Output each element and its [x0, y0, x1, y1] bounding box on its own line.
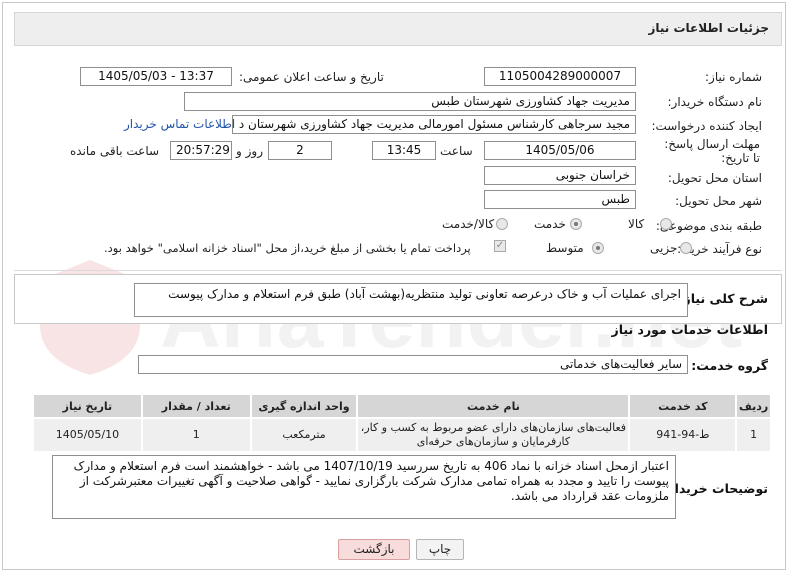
- service-name-line1: فعالیت‌های سازمان‌های دارای عضو مربوط به…: [360, 421, 627, 434]
- services-section-title: اطلاعات خدمات مورد نیاز: [611, 322, 769, 337]
- creator-label: ایجاد کننده درخواست:: [651, 119, 762, 133]
- category-label: طبقه بندی موضوعی:: [655, 219, 762, 233]
- deadline-time-field: 13:45: [372, 141, 436, 160]
- remaining-time-label: ساعت باقی مانده: [70, 144, 160, 158]
- category-goods-service-label: کالا/خدمت: [442, 217, 495, 231]
- treasury-payment-note: پرداخت تمام یا بخشی از مبلغ خرید،از محل …: [104, 241, 471, 255]
- need-number-label: شماره نیاز:: [705, 70, 762, 84]
- table-row: 1405/05/10 1 مترمکعب فعالیت‌های سازمان‌ه…: [32, 417, 772, 453]
- creator-field: مجید سرجاهی کارشناس مسئول امورمالی مدیری…: [232, 115, 636, 134]
- col-service-name: نام خدمت: [356, 393, 631, 419]
- cell-row: 1: [735, 417, 772, 453]
- buyer-org-label: نام دستگاه خریدار:: [667, 95, 763, 109]
- print-button[interactable]: چاپ: [416, 539, 464, 560]
- category-goods-service-radio[interactable]: [496, 218, 508, 230]
- back-button[interactable]: بازگشت: [338, 539, 410, 560]
- col-date: تاریخ نیاز: [32, 393, 143, 419]
- divider: [14, 270, 782, 271]
- days-label: روز و: [236, 144, 263, 158]
- buyer-notes-label: توضیحات خریدار:: [662, 481, 768, 496]
- days-remaining-field: 2: [268, 141, 332, 160]
- table-header-row: تاریخ نیاز تعداد / مقدار واحد اندازه گیر…: [32, 393, 772, 419]
- cell-qty: 1: [140, 417, 252, 453]
- deadline-time-label: ساعت: [440, 144, 473, 158]
- buyer-org-field: مدیریت جهاد کشاورزی شهرستان طبس: [184, 92, 636, 111]
- category-goods-label: کالا: [628, 217, 645, 231]
- service-group-label: گروه خدمت:: [691, 358, 768, 373]
- category-goods-radio[interactable]: [660, 218, 672, 230]
- remaining-time-field: 20:57:29: [170, 141, 232, 160]
- city-field: طبس: [484, 190, 636, 209]
- province-field: خراسان جنوبی: [484, 166, 636, 185]
- category-service-radio[interactable]: [570, 218, 582, 230]
- announce-date-field: 1405/05/03 - 13:37: [80, 67, 232, 86]
- process-medium-label: متوسط: [546, 241, 584, 255]
- service-group-field: سایر فعالیت‌های خدماتی: [138, 355, 688, 374]
- deadline-label: مهلت ارسال پاسخ: تا تاریخ:: [664, 137, 760, 165]
- need-number-field: 1105004289000007: [484, 67, 636, 86]
- buyer-contact-link[interactable]: اطلاعات تماس خریدار: [124, 117, 235, 131]
- section-header: جزئیات اطلاعات نیاز: [14, 12, 782, 46]
- page-title: جزئیات اطلاعات نیاز: [648, 21, 769, 35]
- process-minor-radio[interactable]: [680, 242, 692, 254]
- buyer-notes-field: اعتبار ازمحل اسناد خزانه با نماد 406 به …: [52, 455, 676, 519]
- service-name-line2: کارفرمایان و سازمان‌های حرفه‌ای: [416, 435, 571, 448]
- cell-unit: مترمکعب: [249, 417, 359, 453]
- announce-date-label: تاریخ و ساعت اعلان عمومی:: [239, 70, 384, 84]
- category-service-label: خدمت: [534, 217, 566, 231]
- deadline-date-field: 1405/05/06: [484, 141, 636, 160]
- summary-field: اجرای عملیات آب و خاک درعرصه تعاونی تولی…: [134, 283, 688, 317]
- treasury-payment-checkbox[interactable]: ✓: [494, 240, 506, 252]
- col-qty: تعداد / مقدار: [140, 393, 252, 419]
- cell-date: 1405/05/10: [32, 417, 143, 453]
- cell-service-code: ط-94-941: [628, 417, 738, 453]
- col-row: ردیف: [735, 393, 772, 419]
- process-medium-radio[interactable]: [592, 242, 604, 254]
- province-label: استان محل تحویل:: [667, 171, 762, 185]
- city-label: شهر محل تحویل:: [675, 194, 762, 208]
- col-service-code: کد خدمت: [628, 393, 738, 419]
- process-minor-label: جزیی: [650, 241, 678, 255]
- col-unit: واحد اندازه گیری: [249, 393, 359, 419]
- services-table: تاریخ نیاز تعداد / مقدار واحد اندازه گیر…: [32, 393, 772, 453]
- cell-service-name: فعالیت‌های سازمان‌های دارای عضو مربوط به…: [356, 417, 631, 453]
- summary-label: شرح کلی نیاز:: [678, 291, 768, 306]
